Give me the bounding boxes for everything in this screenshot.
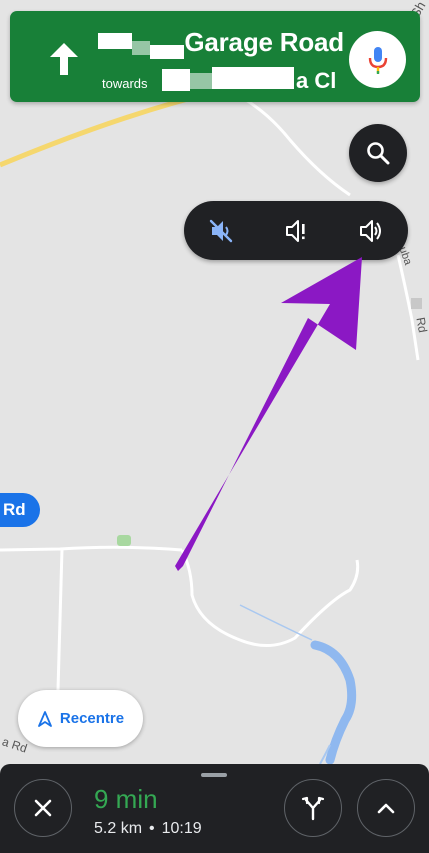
- alternate-routes-button[interactable]: [284, 779, 342, 837]
- map-label: Rd: [413, 316, 429, 334]
- redacted-text: [162, 69, 190, 91]
- mic-icon: [368, 46, 387, 74]
- road-badge: Rd: [0, 493, 40, 527]
- recentre-label: Recentre: [59, 710, 125, 727]
- poi-marker: [411, 298, 422, 309]
- towards-label: towards: [102, 76, 148, 91]
- creek: [239, 604, 313, 641]
- volume-up-icon: [360, 219, 381, 242]
- arrival-time: 10:19: [161, 820, 202, 837]
- unmute-button[interactable]: [334, 201, 408, 260]
- eta-time: 9 min: [94, 784, 158, 814]
- expand-trip-button[interactable]: [357, 779, 415, 837]
- search-icon: [367, 142, 390, 165]
- road: [180, 549, 360, 647]
- chevron-up-icon: [377, 803, 395, 814]
- park: [117, 535, 131, 546]
- road: [0, 545, 183, 552]
- redacted-text: [190, 73, 212, 89]
- street-name: Garage Road: [184, 27, 344, 57]
- trip-distance: 5.2 km: [94, 820, 143, 837]
- separator-dot: •: [149, 820, 155, 837]
- alerts-only-button[interactable]: [259, 201, 333, 260]
- volume-alert-icon: [286, 219, 305, 242]
- road: [56, 548, 64, 691]
- recentre-button[interactable]: Recentre: [18, 690, 143, 747]
- road: [245, 98, 351, 197]
- search-button[interactable]: [349, 124, 407, 182]
- close-icon: [34, 799, 52, 817]
- towards-destination: a Cl: [296, 68, 337, 93]
- navigation-arrow-icon: [37, 710, 52, 727]
- redacted-text: [212, 67, 294, 89]
- drag-handle[interactable]: [201, 773, 227, 777]
- eta-details: 5.2 km • 10:19: [94, 820, 202, 838]
- navigation-banner[interactable]: Garage Road towards a Cl: [10, 11, 420, 102]
- mute-button[interactable]: [184, 201, 258, 260]
- fork-icon: [301, 796, 325, 821]
- trip-bottom-sheet[interactable]: 9 min 5.2 km • 10:19: [0, 764, 429, 853]
- arrow-up-icon: [50, 43, 78, 75]
- exit-navigation-button[interactable]: [14, 779, 72, 837]
- road-badge-label: Rd: [3, 500, 26, 519]
- lake: [310, 640, 357, 765]
- sound-options-panel: [184, 201, 408, 260]
- volume-mute-icon: [209, 219, 233, 242]
- voice-search-button[interactable]: [349, 31, 406, 88]
